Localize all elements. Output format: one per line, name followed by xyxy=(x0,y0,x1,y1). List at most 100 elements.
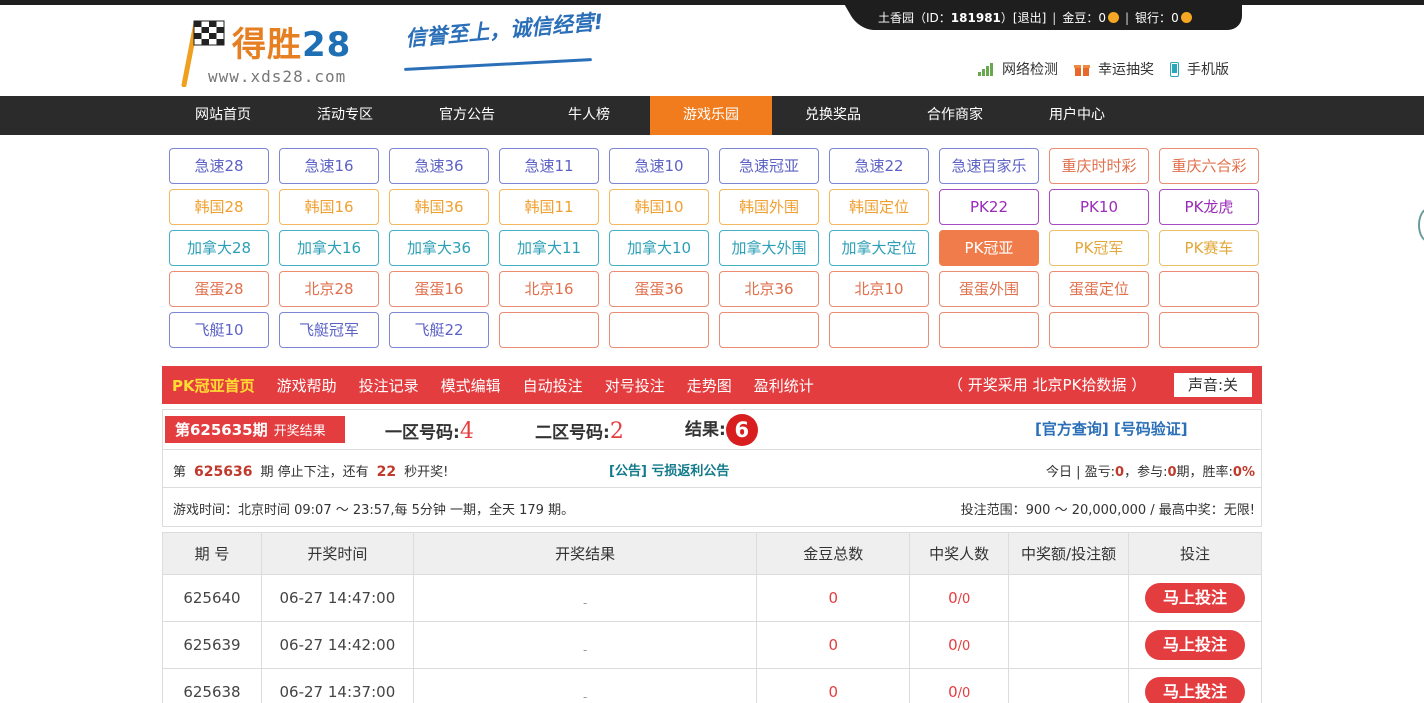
game-button[interactable]: 重庆时时彩 xyxy=(1049,148,1149,184)
subnav-profit-stats[interactable]: 盈利统计 xyxy=(754,375,814,396)
nav-games[interactable]: 游戏乐园 xyxy=(650,96,772,135)
game-subnav: PK冠亚首页 游戏帮助 投注记录 模式编辑 自动投注 对号投注 走势图 盈利统计… xyxy=(162,366,1262,404)
game-button[interactable]: 急速11 xyxy=(499,148,599,184)
game-button[interactable]: 加拿大11 xyxy=(499,230,599,266)
subnav-trend-chart[interactable]: 走势图 xyxy=(687,375,732,396)
coin-icon xyxy=(1108,12,1119,23)
game-button-empty xyxy=(719,312,819,348)
game-button[interactable]: 加拿大10 xyxy=(609,230,709,266)
game-button[interactable]: 急速28 xyxy=(169,148,269,184)
game-button[interactable]: 韩国36 xyxy=(389,189,489,225)
game-button[interactable]: 韩国外围 xyxy=(719,189,819,225)
zone1-number: 一区号码:4 xyxy=(385,419,474,444)
header: 得胜28 www.xds28.com 信誉至上，诚信经营! 土香园 （ID： 18… xyxy=(0,5,1424,95)
main-nav: 网站首页 活动专区 官方公告 牛人榜 游戏乐园 兑换奖品 合作商家 用户中心 xyxy=(0,96,1424,135)
game-button[interactable]: 飞艇22 xyxy=(389,312,489,348)
draw-result: 结果: 6 xyxy=(685,414,758,446)
game-button[interactable]: 急速22 xyxy=(829,148,929,184)
game-button[interactable]: 北京36 xyxy=(719,271,819,307)
official-query-links[interactable]: [官方查询] [号码验证] xyxy=(1035,418,1188,439)
game-button[interactable]: 蛋蛋定位 xyxy=(1049,271,1149,307)
game-button[interactable]: 加拿大28 xyxy=(169,230,269,266)
subnav-number-bet[interactable]: 对号投注 xyxy=(605,375,665,396)
username: 土香园 xyxy=(878,11,915,25)
game-button[interactable]: 韩国28 xyxy=(169,189,269,225)
game-button[interactable]: 北京16 xyxy=(499,271,599,307)
bet-range: 投注范围：900 ～ 20,000,000 / 最高中奖：无限! xyxy=(960,503,1255,518)
nav-announcements[interactable]: 官方公告 xyxy=(406,96,528,135)
table-row: 625638 06-27 14:37:00 - 0 0/0 马上投注 xyxy=(162,668,1263,703)
slogan-underline xyxy=(404,58,592,71)
draw-table: 期 号 开奖时间 开奖结果 金豆总数 中奖人数 中奖额/投注额 投注 62564… xyxy=(162,532,1263,703)
game-button[interactable]: 北京28 xyxy=(279,271,379,307)
game-button[interactable]: PK赛车 xyxy=(1159,230,1259,266)
game-button[interactable]: 飞艇冠军 xyxy=(279,312,379,348)
logout-link[interactable]: [退出] xyxy=(1013,9,1046,26)
notice-link[interactable]: [公告] 亏损返利公告 xyxy=(609,460,729,479)
game-button[interactable]: 蛋蛋28 xyxy=(169,271,269,307)
game-button[interactable]: 急速10 xyxy=(609,148,709,184)
gift-icon xyxy=(1074,62,1090,77)
game-button[interactable]: 加拿大外围 xyxy=(719,230,819,266)
sound-toggle[interactable]: 声音:关 xyxy=(1174,373,1252,397)
subnav-home[interactable]: PK冠亚首页 xyxy=(172,375,255,396)
bet-now-button[interactable]: 马上投注 xyxy=(1144,677,1245,703)
game-button-empty xyxy=(829,312,929,348)
game-button[interactable]: 蛋蛋外围 xyxy=(939,271,1039,307)
draw-info-panel: 第625635期 开奖结果 一区号码:4 二区号码:2 结果: 6 [官方查询] … xyxy=(162,409,1262,527)
lucky-draw-link[interactable]: 幸运抽奖 xyxy=(1074,59,1154,79)
game-button[interactable]: 急速36 xyxy=(389,148,489,184)
zone2-number: 二区号码:2 xyxy=(535,419,624,444)
game-button[interactable]: 蛋蛋16 xyxy=(389,271,489,307)
nav-activities[interactable]: 活动专区 xyxy=(284,96,406,135)
game-button[interactable]: 韩国定位 xyxy=(829,189,929,225)
last-period-tag: 第625635期 开奖结果 xyxy=(165,416,345,443)
mobile-link[interactable]: 手机版 xyxy=(1170,59,1229,79)
game-button[interactable]: 急速冠亚 xyxy=(719,148,819,184)
game-button[interactable]: 韩国11 xyxy=(499,189,599,225)
table-row: 625639 06-27 14:42:00 - 0 0/0 马上投注 xyxy=(162,621,1263,669)
countdown-text: 第 625636 期 停止下注，还有 22 秒开奖! xyxy=(173,464,449,480)
game-button[interactable]: 蛋蛋36 xyxy=(609,271,709,307)
bet-now-button[interactable]: 马上投注 xyxy=(1144,630,1245,660)
game-button[interactable]: 韩国10 xyxy=(609,189,709,225)
subnav-auto-bet[interactable]: 自动投注 xyxy=(523,375,583,396)
nav-partners[interactable]: 合作商家 xyxy=(894,96,1016,135)
data-source: （ 开奖采用 北京PK拾数据 ） xyxy=(948,376,1147,394)
side-float-icon[interactable] xyxy=(1418,208,1424,242)
subnav-bet-records[interactable]: 投注记录 xyxy=(359,375,419,396)
coin-icon xyxy=(1180,12,1192,23)
site-logo[interactable]: 得胜28 www.xds28.com xyxy=(174,15,384,90)
nav-prizes[interactable]: 兑换奖品 xyxy=(772,96,894,135)
game-button[interactable]: 急速百家乐 xyxy=(939,148,1039,184)
quick-links: 网络检测 幸运抽奖 手机版 xyxy=(978,59,1245,79)
game-button-active[interactable]: PK冠亚 xyxy=(939,230,1039,266)
game-button[interactable]: PK龙虎 xyxy=(1159,189,1259,225)
game-button-empty xyxy=(499,312,599,348)
bank-balance: 0 xyxy=(1171,10,1179,25)
subnav-help[interactable]: 游戏帮助 xyxy=(277,375,337,396)
bet-now-button[interactable]: 马上投注 xyxy=(1144,583,1245,613)
game-button[interactable]: PK冠军 xyxy=(1049,230,1149,266)
logo-url: www.xds28.com xyxy=(208,67,347,86)
today-stats: 今日 | 盈亏:0，参与:0期，胜率:0% xyxy=(1046,465,1255,480)
network-check-link[interactable]: 网络检测 xyxy=(978,59,1058,79)
table-row: 625640 06-27 14:47:00 - 0 0/0 马上投注 xyxy=(162,574,1263,622)
user-id: 181981 xyxy=(950,10,1001,25)
game-button[interactable]: 急速16 xyxy=(279,148,379,184)
game-button[interactable]: 北京10 xyxy=(829,271,929,307)
game-button[interactable]: 韩国16 xyxy=(279,189,379,225)
nav-user-center[interactable]: 用户中心 xyxy=(1016,96,1138,135)
table-header: 期 号 开奖时间 开奖结果 金豆总数 中奖人数 中奖额/投注额 投注 xyxy=(162,532,1263,575)
game-button[interactable]: 加拿大36 xyxy=(389,230,489,266)
game-button[interactable]: 飞艇10 xyxy=(169,312,269,348)
game-button[interactable]: PK22 xyxy=(939,189,1039,225)
game-button[interactable]: 加拿大定位 xyxy=(829,230,929,266)
nav-leaderboard[interactable]: 牛人榜 xyxy=(528,96,650,135)
game-button[interactable]: 加拿大16 xyxy=(279,230,379,266)
subnav-mode-edit[interactable]: 模式编辑 xyxy=(441,375,501,396)
game-button[interactable]: 重庆六合彩 xyxy=(1159,148,1259,184)
game-button-empty xyxy=(609,312,709,348)
nav-home[interactable]: 网站首页 xyxy=(162,96,284,135)
game-button[interactable]: PK10 xyxy=(1049,189,1149,225)
